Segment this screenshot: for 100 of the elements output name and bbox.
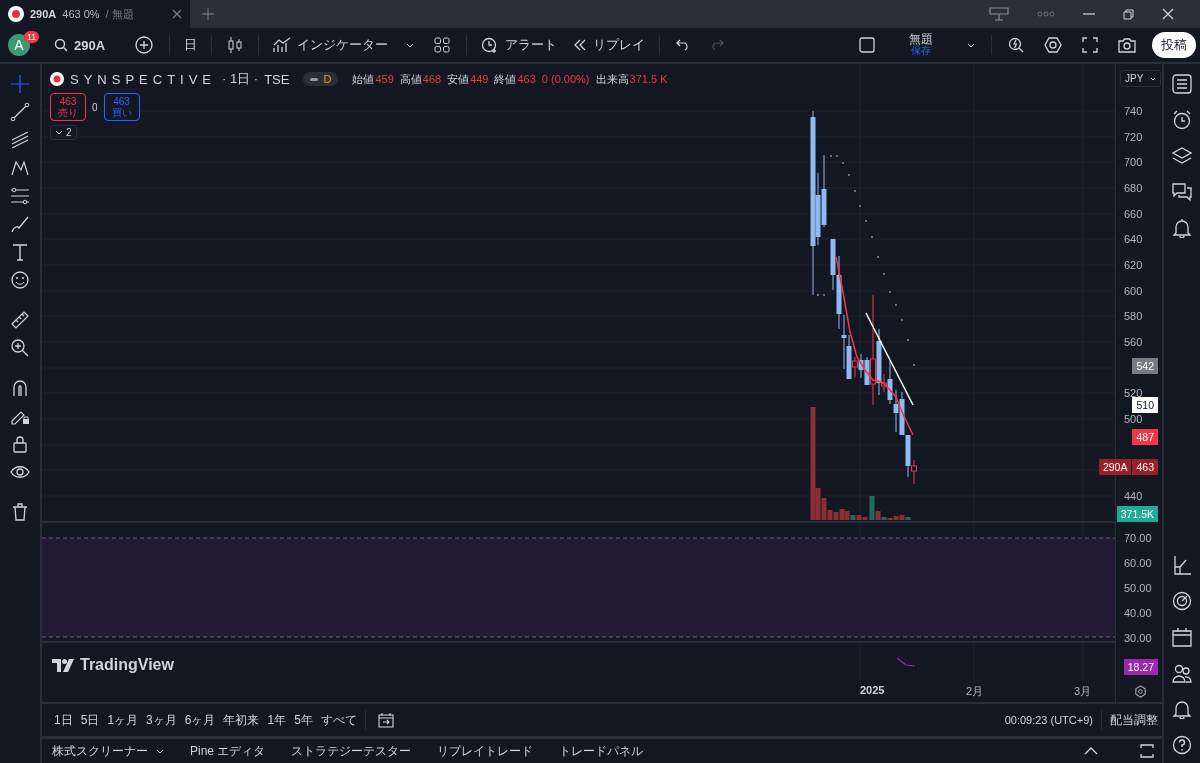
- caret-icon: [1150, 76, 1157, 81]
- calendar-icon[interactable]: [1172, 627, 1192, 647]
- period-button[interactable]: 年初来: [219, 708, 264, 732]
- browser-tab[interactable]: 290A 463 0% / 無題: [0, 0, 190, 28]
- text-tool-icon[interactable]: [10, 242, 30, 262]
- bell-icon[interactable]: [1172, 699, 1192, 719]
- undo-icon[interactable]: [676, 39, 691, 51]
- line-tool-icon[interactable]: [10, 102, 30, 122]
- sell-button[interactable]: 463 売り: [50, 93, 86, 121]
- panel-tab[interactable]: 株式スクリーナー: [52, 742, 164, 760]
- magnet-icon[interactable]: [10, 378, 30, 398]
- rsi-axis-label: 40.00: [1124, 606, 1152, 620]
- indicator-dot: [895, 304, 897, 306]
- symbol-logo-icon: [50, 72, 64, 86]
- parallel-lines-icon[interactable]: [10, 130, 30, 150]
- help-icon[interactable]: [1172, 735, 1192, 755]
- indicators-button[interactable]: インジケーター: [267, 32, 395, 58]
- price-axis-label: 680: [1124, 181, 1143, 195]
- alarm-clock-icon[interactable]: [1172, 110, 1192, 130]
- panel-tab[interactable]: ストラテジーテスター: [291, 742, 412, 760]
- price-change: 0 (0.00%): [541, 73, 590, 85]
- zoom-in-icon[interactable]: [10, 338, 30, 358]
- notification-badge: 11: [24, 31, 40, 43]
- people-icon[interactable]: [1172, 663, 1192, 683]
- caret-icon: [156, 748, 164, 754]
- logo-icon: [52, 658, 76, 672]
- indicator-dot: [871, 236, 873, 238]
- strategy-icon[interactable]: [1172, 555, 1192, 575]
- period-button[interactable]: 5日: [76, 708, 104, 732]
- adjust-button[interactable]: 配当調整: [1106, 708, 1162, 732]
- period-button[interactable]: 6ヶ月: [180, 708, 220, 732]
- rsi-axis-label: 30.00: [1124, 631, 1152, 645]
- price-axis-label: 580: [1124, 309, 1143, 324]
- indicator-dot: [854, 190, 856, 192]
- indicator-dot: [913, 364, 915, 366]
- period-button[interactable]: 5年: [290, 708, 317, 732]
- square-icon[interactable]: [859, 37, 875, 53]
- lock-icon[interactable]: [10, 434, 30, 454]
- indicator-dot: [901, 319, 903, 321]
- bell-icon[interactable]: [1172, 218, 1192, 238]
- tab-quote: 463 0%: [62, 8, 100, 20]
- fullscreen-icon[interactable]: [1082, 37, 1098, 53]
- maximize-icon[interactable]: [1140, 744, 1154, 758]
- period-button[interactable]: 1年: [263, 708, 291, 732]
- period-button[interactable]: 3ヶ月: [142, 708, 181, 732]
- templates-icon[interactable]: [434, 37, 451, 53]
- price-axis-label: 600: [1124, 283, 1143, 298]
- layout-icon[interactable]: [989, 7, 1009, 21]
- chat-icon[interactable]: [1172, 182, 1192, 202]
- list-icon[interactable]: [1172, 74, 1192, 94]
- replay-button[interactable]: リプレイ: [567, 32, 652, 58]
- time-axis-label: 2025: [860, 684, 885, 696]
- publish-button[interactable]: 投稿: [1152, 32, 1196, 58]
- target-icon[interactable]: [1172, 591, 1192, 611]
- indicator-dot: [907, 339, 909, 341]
- currency-dropdown[interactable]: JPY: [1120, 70, 1162, 87]
- settings-icon[interactable]: [1044, 36, 1062, 54]
- layers-icon[interactable]: [1172, 146, 1192, 166]
- camera-icon[interactable]: [1118, 37, 1136, 53]
- new-tab-icon[interactable]: [202, 8, 214, 20]
- price-marker: 487: [1132, 429, 1158, 445]
- ohlc-value: 高値468: [399, 71, 442, 87]
- close-icon[interactable]: [172, 9, 182, 19]
- candles-icon[interactable]: [228, 36, 243, 54]
- symbol-search-button[interactable]: 290A: [48, 33, 112, 57]
- period-button[interactable]: 1日: [50, 708, 77, 732]
- alert-button[interactable]: アラート: [475, 32, 564, 58]
- panel-tab[interactable]: トレードパネル: [559, 742, 644, 760]
- collapse-indicators-button[interactable]: 2: [50, 125, 77, 140]
- restore-icon[interactable]: [1123, 8, 1134, 20]
- caret-icon[interactable]: [406, 42, 415, 48]
- price-marker: 371.5K: [1116, 506, 1158, 522]
- interval-button[interactable]: 日: [178, 32, 204, 58]
- tab-symbol: 290A: [30, 8, 57, 20]
- emoji-icon[interactable]: [10, 270, 30, 290]
- buy-button[interactable]: 463 買い: [103, 93, 140, 121]
- panel-tab[interactable]: リプレイトレード: [437, 742, 534, 760]
- measure-lines-icon[interactable]: [10, 186, 30, 206]
- period-button[interactable]: 1ヶ月: [103, 708, 143, 732]
- panel-tab[interactable]: Pine エディタ: [190, 742, 266, 760]
- add-symbol-icon[interactable]: [135, 36, 154, 54]
- layout-name-button[interactable]: 無題 保存: [909, 33, 933, 57]
- symbol-interval: · 1日 ·: [222, 70, 259, 88]
- pattern-icon[interactable]: [10, 158, 30, 178]
- trash-icon[interactable]: [10, 502, 30, 522]
- indicator-dot: [848, 174, 850, 176]
- period-button[interactable]: すべて: [316, 708, 361, 732]
- chevron-up-icon[interactable]: [1084, 747, 1098, 755]
- settings-icon[interactable]: [1134, 685, 1147, 698]
- calendar-range-icon[interactable]: [377, 712, 394, 728]
- indicator-dot: [889, 291, 891, 293]
- quick-search-icon[interactable]: [1008, 37, 1024, 53]
- price-marker: 463: [1132, 459, 1158, 475]
- caret-icon[interactable]: [967, 42, 975, 48]
- brush-icon[interactable]: [10, 214, 30, 234]
- rsi-axis-label: 70.00: [1124, 531, 1152, 545]
- indicator-dot: [830, 155, 832, 157]
- ruler-icon[interactable]: [10, 310, 30, 330]
- data-badge: D: [303, 72, 339, 86]
- price-axis-label: 720: [1124, 129, 1143, 144]
